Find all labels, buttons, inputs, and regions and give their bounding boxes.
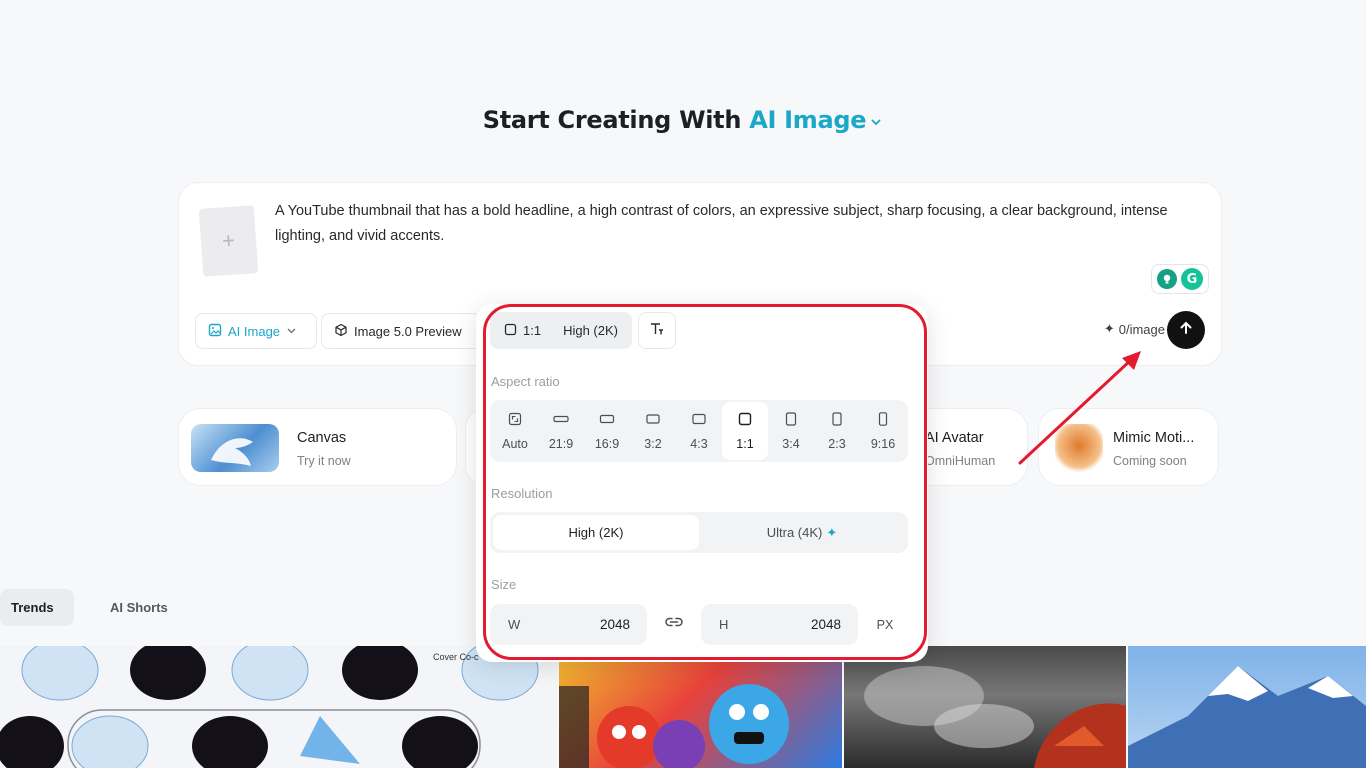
current-ratio: 1:1 [523,323,542,338]
height-label: H [719,617,729,632]
ratio-shape-icon [875,411,891,429]
ratio-option-label: 2:3 [828,436,846,451]
sparkle-icon: ✦ [826,524,838,540]
tool-card-subtitle: Try it now [297,454,351,468]
link-aspect-button[interactable] [655,604,693,645]
ratio-shape-icon [691,412,707,429]
ratio-option-9-16[interactable]: 9:16 [860,402,906,460]
ratio-option-label: 3:4 [782,436,800,451]
ratio-option-label: 4:3 [690,436,708,451]
gallery-caption: Cover Co-c [433,652,479,662]
resolution-selector: High (2K) Ultra (4K) ✦ [490,512,908,553]
mode-dropdown-label: AI Image [228,323,281,339]
chevron-down-icon [869,107,883,135]
plus-icon: + [221,227,236,254]
image-settings-popup: 1:1 High (2K) Aspect ratio Auto 21:9 16:… [476,304,928,662]
text-style-button[interactable] [638,312,676,349]
aspect-ratio-label: Aspect ratio [491,374,560,389]
lightbulb-icon[interactable] [1157,269,1177,289]
canvas-thumbnail [191,424,279,472]
generate-button[interactable] [1167,311,1205,349]
width-input[interactable]: W 2048 [490,604,647,645]
tool-card-title: Canvas [297,430,347,446]
ratio-quality-toggle[interactable]: 1:1 High (2K) [490,312,632,349]
ratio-option-label: 1:1 [736,436,754,451]
page-title: Start Creating With AI Image [0,106,1366,135]
link-icon [664,615,684,634]
chevron-down-icon [286,324,297,339]
tool-card-canvas[interactable]: Canvas Try it now [178,408,457,486]
grammarly-icon[interactable]: G [1181,268,1203,290]
ratio-option-2-3[interactable]: 2:3 [814,402,860,460]
credits-indicator: ✦ 0/image [1104,321,1165,337]
popup-header: 1:1 High (2K) [490,312,676,349]
ratio-option-21-9[interactable]: 21:9 [538,402,584,460]
width-value: 2048 [599,617,630,632]
credits-label: 0/image [1118,321,1165,337]
height-input[interactable]: H 2048 [701,604,858,645]
model-dropdown[interactable]: Image 5.0 Preview [321,313,481,349]
feed-tabs: Trends AI Shorts [0,589,182,626]
tool-card-mimic-motion[interactable]: Mimic Moti... Coming soon [1038,408,1219,486]
mode-dropdown[interactable]: AI Image [195,313,317,349]
current-quality: High (2K) [563,323,618,338]
resolution-option-ultra[interactable]: Ultra (4K) ✦ [699,515,905,550]
gallery-item[interactable] [1128,646,1366,768]
ratio-option-label: 3:2 [644,436,662,451]
auto-ratio-icon [508,412,522,429]
ratio-option-1-1[interactable]: 1:1 [722,402,768,460]
resolution-option-label: Ultra (4K) [766,525,823,540]
ratio-shape-icon [783,411,799,429]
sparkle-icon: ✦ [1103,321,1115,336]
arrow-up-icon [1178,320,1194,341]
width-label: W [508,617,521,632]
tool-card-subtitle: OmniHuman [925,454,996,468]
height-value: 2048 [810,617,841,632]
ratio-option-3-2[interactable]: 3:2 [630,402,676,460]
ratio-option-label: 16:9 [594,436,620,451]
trends-gallery: Cover Co-c [0,646,1366,768]
resolution-option-label: High (2K) [568,525,624,540]
page-title-prefix: Start Creating With [482,106,742,134]
ratio-shape-icon [599,412,615,429]
gallery-item[interactable] [559,646,842,768]
ratio-shape-icon [645,412,661,429]
square-ratio-icon [504,323,517,339]
gallery-item[interactable]: Cover Co-c [0,646,557,768]
tab-ai-shorts[interactable]: AI Shorts [96,589,182,626]
text-format-icon [649,322,665,339]
image-icon [208,323,222,340]
mode-selector-title-label: AI Image [749,106,867,134]
ratio-shape-icon [553,412,569,429]
mimic-thumbnail [1055,424,1103,472]
tool-card-subtitle: Coming soon [1113,454,1187,468]
ratio-option-label: Auto [502,436,528,451]
writing-assistant[interactable]: G [1151,264,1209,294]
prompt-input[interactable]: A YouTube thumbnail that has a bold head… [275,199,1205,249]
size-label: Size [491,577,517,592]
upload-reference-button[interactable]: + [198,205,259,277]
ratio-option-label: 21:9 [548,436,574,451]
cube-icon [334,323,348,340]
tool-card-title: Mimic Moti... [1113,430,1195,446]
size-inputs: W 2048 H 2048 PX [490,604,910,645]
ratio-option-label: 9:16 [870,436,896,451]
ratio-option-16-9[interactable]: 16:9 [584,402,630,460]
ratio-option-auto[interactable]: Auto [492,402,538,460]
gallery-item[interactable] [844,646,1126,768]
ratio-shape-icon [737,412,753,429]
tool-card-title: AI Avatar [925,430,984,446]
ratio-shape-icon [829,411,845,429]
ratio-option-3-4[interactable]: 3:4 [768,402,814,460]
mode-selector-title[interactable]: AI Image [749,106,883,134]
model-dropdown-label: Image 5.0 Preview [354,323,462,339]
resolution-option-high[interactable]: High (2K) [493,515,699,550]
tab-trends[interactable]: Trends [0,589,74,626]
aspect-ratio-selector: Auto 21:9 16:9 3:2 4:3 1:1 3:4 2:3 9:16 [490,400,908,462]
resolution-label: Resolution [491,486,553,501]
ratio-option-4-3[interactable]: 4:3 [676,402,722,460]
unit-label: PX [876,617,894,632]
